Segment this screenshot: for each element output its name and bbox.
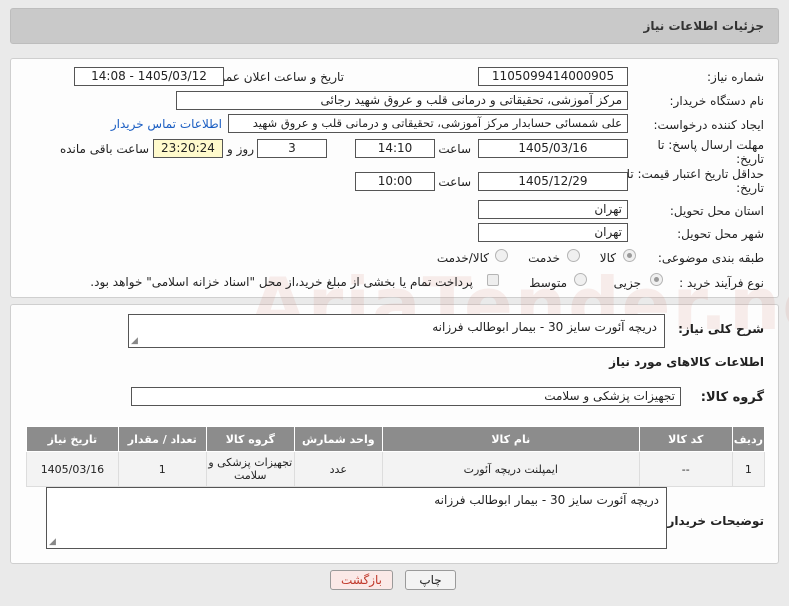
purchase-type-label: نوع فرآیند خرید : [679,276,764,290]
category-radio-service[interactable] [567,249,580,262]
deadline-time-field: 14:10 [355,139,435,158]
col-header-row: ردیف [731,426,766,452]
summary-textarea: دریچه آئورت سایز 30 - بیمار ابوطالب فرزا… [128,314,665,348]
deadline-date-field: 1405/03/16 [478,139,628,158]
category-option-goods-service: کالا/خدمت [436,251,489,265]
remaining-time-label: ساعت باقی مانده [59,142,149,156]
deadline-days-field: 3 [257,139,327,158]
col-header-qty: تعداد / مقدار [117,426,207,452]
summary-text: دریچه آئورت سایز 30 - بیمار ابوطالب فرزا… [432,320,657,334]
treasury-payment-checkbox[interactable] [487,274,499,286]
category-option-service: خدمت [528,251,560,265]
cell-date: 1405/03/16 [26,451,119,487]
requester-label: ایجاد کننده درخواست: [653,118,764,132]
buyer-org-label: نام دستگاه خریدار: [669,94,765,108]
goods-group-field: تجهیزات پزشکی و سلامت [131,387,681,406]
category-label: طبقه بندی موضوعی: [657,251,764,265]
buyer-contact-link[interactable]: اطلاعات تماس خریدار [111,117,222,131]
purchase-type-radio-medium[interactable] [574,273,587,286]
resize-grip-icon[interactable]: ◢ [131,337,138,346]
col-header-unit: واحد شمارش [293,426,383,452]
cell-group: تجهیزات پزشکی و سلامت [205,451,295,487]
purchase-type-radio-minor[interactable] [650,273,663,286]
page-header: جزئیات اطلاعات نیاز [10,8,779,44]
requester-field: علی شمسائی حسابدار مرکز آموزشی، تحقیقاتی… [228,114,628,133]
col-header-group: گروه کالا [205,426,295,452]
city-field: تهران [478,223,628,242]
need-number-label: شماره نیاز: [707,70,764,84]
buyer-org-field: مرکز آموزشی، تحقیقاتی و درمانی قلب و عرو… [176,91,628,110]
summary-label: شرح کلی نیاز: [678,322,764,336]
city-label: شهر محل تحویل: [677,227,764,241]
goods-section-title: اطلاعات کالاهای مورد نیاز [609,355,764,369]
deadline-label: مهلت ارسال پاسخ: تا تاریخ: [657,138,764,166]
treasury-payment-note: پرداخت تمام یا بخشی از مبلغ خرید،از محل … [90,275,473,289]
goods-group-label: گروه کالا: [700,390,764,405]
cell-code: -- [638,451,733,487]
province-field: تهران [478,200,628,219]
cell-row: 1 [731,451,766,487]
category-radio-goods[interactable] [623,249,636,262]
col-header-code: کد کالا [638,426,733,452]
announce-datetime-field: 1405/03/12 - 14:08 [74,67,224,86]
price-validity-date-field: 1405/12/29 [478,172,628,191]
need-number-field: 1105099414000905 [478,67,628,86]
print-button[interactable]: چاپ [405,570,456,590]
buyer-notes-label: توضیحات خریدار: [662,514,764,528]
cell-qty: 1 [117,451,207,487]
deadline-days-label: روز و [227,142,254,156]
col-header-name: نام کالا [381,426,640,452]
price-validity-label: حداقل تاریخ اعتبار قیمت: تا تاریخ: [626,167,764,195]
page-title: جزئیات اطلاعات نیاز [643,19,764,33]
goods-table: ردیف کد کالا نام کالا واحد شمارش گروه کا… [26,426,766,487]
province-label: استان محل تحویل: [669,204,764,218]
table-row: 1 -- ایمپلنت دریچه آئورت عدد تجهیزات پزش… [26,451,766,487]
category-radio-goods-service[interactable] [495,249,508,262]
goods-table-header: ردیف کد کالا نام کالا واحد شمارش گروه کا… [26,426,766,452]
back-button[interactable]: بازگشت [330,570,393,590]
cell-unit: عدد [293,451,383,487]
remaining-time-field: 23:20:24 [153,139,223,158]
category-option-goods: کالا [599,251,616,265]
purchase-type-option-minor: جزیی [613,276,641,290]
cell-name: ایمپلنت دریچه آئورت [381,451,640,487]
price-validity-time-label: ساعت [438,175,471,189]
buyer-notes-text: دریچه آئورت سایز 30 - بیمار ابوطالب فرزا… [434,493,659,507]
col-header-date: تاریخ نیاز [26,426,119,452]
resize-grip-icon[interactable]: ◢ [49,538,56,547]
deadline-time-label: ساعت [438,142,471,156]
price-validity-time-field: 10:00 [355,172,435,191]
buyer-notes-textarea: دریچه آئورت سایز 30 - بیمار ابوطالب فرزا… [46,487,667,549]
purchase-type-option-medium: متوسط [529,276,567,290]
